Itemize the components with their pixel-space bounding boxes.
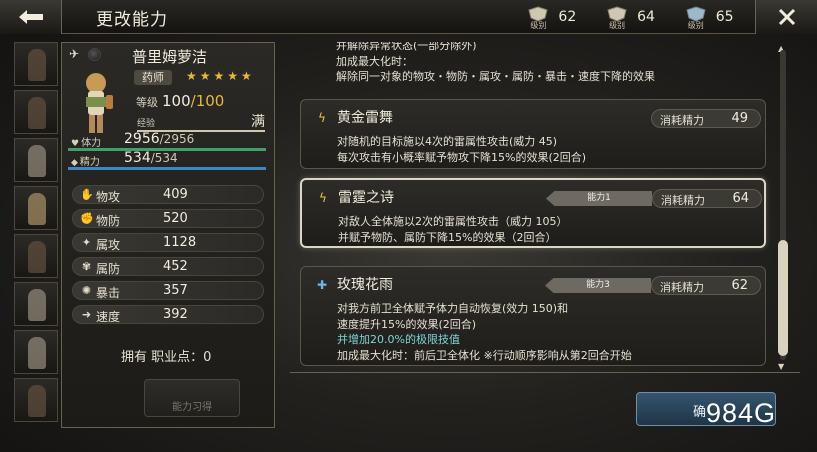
character-slot[interactable] xyxy=(14,378,58,422)
ability-card[interactable]: ✚ 玫瑰花雨 能力3 消耗精力 62 对我方前卫全体赋予体力自动恢复(效力 15… xyxy=(300,266,766,366)
lightning-icon: ϟ xyxy=(319,191,327,205)
scroll-down-icon[interactable]: ▼ xyxy=(778,362,784,371)
watermark: 984G xyxy=(706,398,777,428)
lightning-icon: ϟ xyxy=(318,111,326,125)
ability-desc: 对随机的目标施以4次的雷属性攻击(威力 45) 每次攻击有小概率赋予物攻下降15… xyxy=(337,135,587,164)
level-item-1: 级别 62 xyxy=(526,6,577,30)
sp-cost: 消耗精力 62 xyxy=(651,276,761,295)
level-caption: 级别 xyxy=(687,21,704,30)
ability-name: 雷霆之诗 xyxy=(338,190,394,206)
equipped-slot-tag: 能力1 xyxy=(546,191,652,206)
rarity-stars: ★★★★★ xyxy=(186,69,255,83)
sp-bar xyxy=(68,167,266,170)
character-portrait xyxy=(72,69,120,139)
character-slot[interactable] xyxy=(14,186,58,230)
character-slot[interactable] xyxy=(14,42,58,86)
pin-icon[interactable]: ✈ xyxy=(69,47,79,61)
orb-icon xyxy=(88,48,101,61)
stat-speed: ➜ 速度 392 xyxy=(72,305,264,324)
exp-row: 经验 满 xyxy=(137,114,265,132)
ability-desc: 对我方前卫全体赋予体力自动恢复(效力 150)和 速度提升15%的效果(2回合)… xyxy=(337,302,632,362)
level-value: 62 xyxy=(558,9,577,25)
sp-cost: 消耗精力 49 xyxy=(651,109,761,128)
character-slot[interactable] xyxy=(14,138,58,182)
crit-icon: ✺ xyxy=(81,284,92,297)
water-drop-icon: ✚ xyxy=(316,278,328,292)
learn-ability-button[interactable]: 能力习得 xyxy=(144,379,240,417)
level-value: 100 xyxy=(162,92,191,110)
level-caption: 级别 xyxy=(609,21,626,30)
hp-row: ♥ 体力 2956/2956 xyxy=(68,131,266,151)
character-slot[interactable] xyxy=(14,234,58,278)
speed-boot-icon: ➜ xyxy=(81,308,92,321)
level-value: 65 xyxy=(715,9,734,25)
hp-max: /2956 xyxy=(159,132,195,146)
level-max: /100 xyxy=(190,92,225,110)
phys-atk-icon: ✋ xyxy=(80,188,94,201)
level-label: 等级 xyxy=(136,96,158,109)
back-button[interactable] xyxy=(0,0,62,34)
character-name: 普里姆萝洁 xyxy=(132,48,208,66)
ability-list: 并解除异常状态(一部分除外) 加成最大化时： 解除同一对象的物攻・物防・属攻・属… xyxy=(290,42,800,372)
divider xyxy=(290,372,800,373)
confirm-label: 确 xyxy=(693,405,707,420)
exp-max-label: 满 xyxy=(251,114,265,130)
job-points: 拥有 职业点：0 xyxy=(121,350,212,365)
exp-label: 经验 xyxy=(137,119,156,129)
character-slot[interactable] xyxy=(14,282,58,326)
scrollbar-thumb[interactable] xyxy=(778,240,788,356)
character-list xyxy=(14,42,61,428)
stat-elem-atk: ✦ 属攻 1128 xyxy=(72,233,264,252)
elem-atk-icon: ✦ xyxy=(81,236,92,249)
game-screen: 更改能力 级别 62 级别 64 级别 65 ✈ 普里姆萝洁 药师 ★★★★★ … xyxy=(0,0,817,452)
page-title: 更改能力 xyxy=(96,10,168,30)
shield-emblem-icon: 级别 xyxy=(605,6,629,30)
sp-current: 534 xyxy=(124,150,151,166)
elem-def-icon: ✾ xyxy=(81,260,92,273)
shield-emblem-icon: 级别 xyxy=(684,6,708,30)
job-badge: 药师 xyxy=(134,70,172,85)
shield-emblem-icon: 级别 xyxy=(526,6,550,30)
stat-elem-def: ✾ 属防 452 xyxy=(72,257,264,276)
stat-crit: ✺ 暴击 357 xyxy=(72,281,264,300)
level-summary: 级别 62 级别 64 级别 65 xyxy=(512,4,748,30)
learn-ability-label: 能力习得 xyxy=(172,402,212,413)
ability-desc: 对敌人全体施以2次的雷属性攻击（威力 105） 并赋予物防、属防下降15%的效果… xyxy=(338,215,568,244)
stat-phys-atk: ✋ 物攻 409 xyxy=(72,185,264,204)
character-panel: ✈ 普里姆萝洁 药师 ★★★★★ 等级100/100 经验 满 ♥体力 29 xyxy=(61,42,275,428)
ability-name: 玫瑰花雨 xyxy=(337,277,393,293)
level-caption: 级别 xyxy=(530,21,547,30)
ability-card-selected[interactable]: ϟ 雷霆之诗 能力1 消耗精力 64 对敌人全体施以2次的雷属性攻击（威力 10… xyxy=(300,178,766,248)
sp-max: /534 xyxy=(150,151,178,165)
phys-def-icon: ✊ xyxy=(80,212,94,225)
equipped-slot-tag: 能力3 xyxy=(545,278,651,293)
back-arrow-icon xyxy=(18,10,43,24)
sp-cost: 消耗精力 64 xyxy=(652,189,762,208)
close-button[interactable] xyxy=(755,0,817,34)
sp-row: ◆ 精力 534/534 xyxy=(68,150,266,170)
ability-scrollbar[interactable] xyxy=(778,50,788,360)
ability-name: 黄金雷舞 xyxy=(337,110,393,126)
stat-phys-def: ✊ 物防 520 xyxy=(72,209,264,228)
level-value: 64 xyxy=(637,9,655,25)
hp-current: 2956 xyxy=(124,131,160,147)
close-icon xyxy=(778,8,795,26)
level-item-3: 级别 65 xyxy=(684,6,734,30)
character-slot[interactable] xyxy=(14,330,58,374)
top-bar: 更改能力 级别 62 级别 64 级别 65 xyxy=(0,0,817,34)
previous-ability-desc: 并解除异常状态(一部分除外) 加成最大化时： 解除同一对象的物攻・物防・属攻・属… xyxy=(336,42,655,83)
level-row: 等级 100/100 xyxy=(136,92,224,110)
character-slot[interactable] xyxy=(14,90,58,134)
ability-card[interactable]: ϟ 黄金雷舞 消耗精力 49 对随机的目标施以4次的雷属性攻击(威力 45) 每… xyxy=(300,99,766,169)
level-item-2: 级别 64 xyxy=(605,6,655,30)
